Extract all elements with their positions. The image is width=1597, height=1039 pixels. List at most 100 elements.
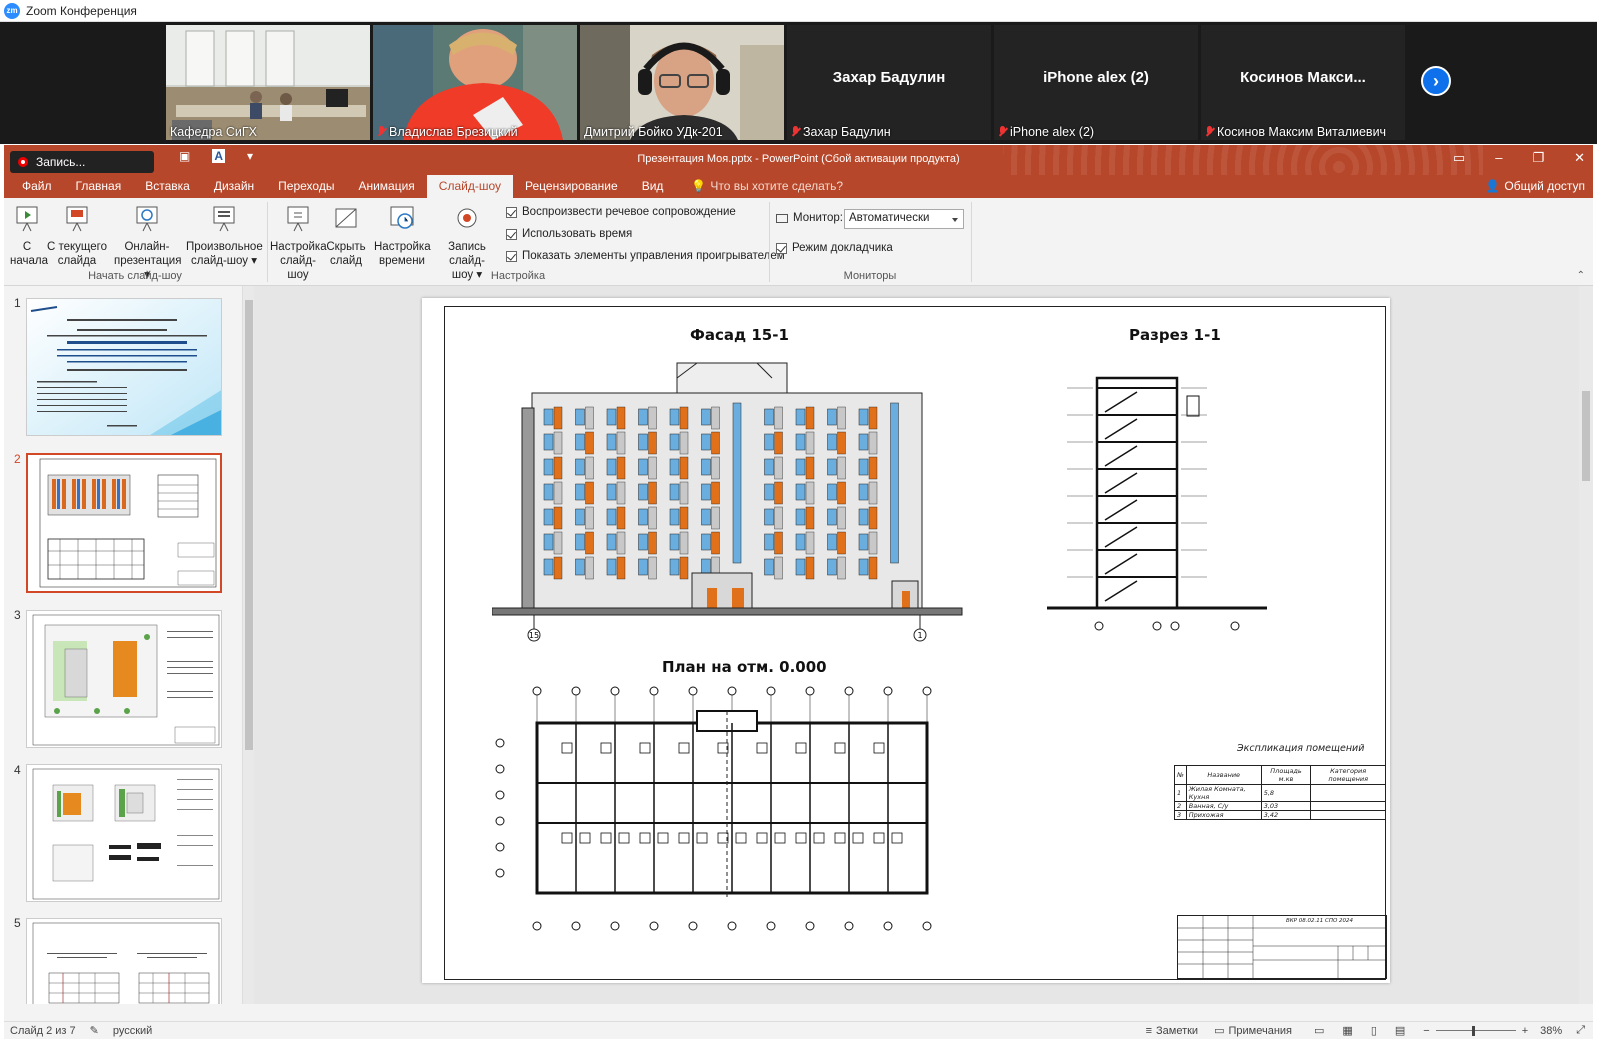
balcony-panel: [679, 506, 689, 530]
balcony-panel: [774, 431, 783, 455]
tab-transitions[interactable]: Переходы: [266, 175, 346, 198]
play-narrations-checkbox[interactable]: Воспроизвести речевое сопровождение: [506, 206, 736, 218]
tab-home[interactable]: Главная: [64, 175, 134, 198]
zoom-out-icon[interactable]: −: [1423, 1025, 1429, 1037]
axis-bubble: [766, 921, 776, 931]
participant-tile[interactable]: iPhone alex (2) iPhone alex (2): [994, 25, 1198, 140]
window: [827, 433, 837, 451]
zoom-level[interactable]: 38%: [1540, 1025, 1562, 1037]
slide-thumbnail-4[interactable]: [26, 764, 222, 902]
comments-button[interactable]: ▭ Примечания: [1214, 1024, 1292, 1038]
thumbnails-scrollbar[interactable]: [242, 286, 254, 1004]
wall-panel: [679, 531, 689, 555]
tab-design[interactable]: Дизайн: [202, 175, 266, 198]
collapse-ribbon-icon[interactable]: ⌃: [1577, 270, 1585, 281]
tab-slideshow[interactable]: Слайд-шоу: [426, 175, 514, 198]
reading-view-icon[interactable]: ▯: [1371, 1024, 1377, 1037]
slideshow-view-icon[interactable]: ▤: [1395, 1024, 1405, 1037]
participant-tile[interactable]: Захар Бадулин Захар Бадулин: [787, 25, 991, 140]
checkbox-checked: [506, 206, 517, 218]
participant-tile-active-speaker[interactable]: Дмитрий Бойко УДк-201: [580, 25, 784, 140]
axis-bubble: [649, 921, 659, 931]
tab-file[interactable]: Файл: [10, 175, 64, 198]
axis-bubble: [532, 686, 542, 696]
slide-editing-canvas[interactable]: Фасад 15-1 Разрез 1-1 План на отм. 0.000…: [254, 286, 1579, 1004]
current-slide[interactable]: Фасад 15-1 Разрез 1-1 План на отм. 0.000…: [422, 298, 1390, 983]
notes-icon: ≡: [1145, 1024, 1152, 1037]
stamp-code: ВКР 08.02.11 СПО 2024: [1286, 918, 1354, 924]
tab-review[interactable]: Рецензирование: [513, 175, 630, 198]
from-current-slide-button[interactable]: С текущего слайда: [46, 204, 108, 268]
window: [669, 458, 680, 476]
spellcheck-icon[interactable]: ✎: [90, 1024, 99, 1037]
window: [701, 483, 711, 501]
zoom-in-icon[interactable]: +: [1522, 1025, 1528, 1037]
wall-panel: [648, 456, 657, 480]
thumbnail-number: 2: [14, 452, 21, 466]
rehearse-timings-button[interactable]: Настройка времени: [374, 204, 431, 268]
tab-view[interactable]: Вид: [630, 175, 676, 198]
chevron-right-icon[interactable]: ›: [1421, 66, 1451, 96]
window: [858, 433, 869, 451]
zoom-window-titlebar: zm Zoom Конференция: [0, 0, 1597, 22]
recording-indicator[interactable]: Запись...: [10, 151, 154, 173]
slide-thumbnail-3[interactable]: [26, 610, 222, 748]
axis-bubble: [495, 790, 505, 800]
video-feed-classroom: [166, 25, 370, 140]
axis-bubble: [883, 686, 893, 696]
tab-insert[interactable]: Вставка: [133, 175, 202, 198]
monitor-select[interactable]: Автоматически: [844, 209, 964, 229]
window-controls: ▭ – ❐ ✕: [1453, 150, 1585, 166]
window: [795, 508, 806, 526]
ribbon-display-options-icon[interactable]: ▭: [1453, 150, 1465, 166]
balcony-panel: [616, 506, 626, 530]
participant-tile[interactable]: Владислав Брезицкий: [373, 25, 577, 140]
slide-thumbnail-2-selected[interactable]: [26, 453, 222, 593]
axis-bubble: [495, 842, 505, 852]
scrollbar-thumb[interactable]: [1582, 391, 1590, 481]
notes-button[interactable]: ≡ Заметки: [1146, 1025, 1199, 1037]
slide-sorter-icon[interactable]: ▦: [1342, 1024, 1352, 1037]
balcony-panel: [805, 506, 815, 530]
window: [795, 558, 806, 576]
wall-panel: [711, 506, 720, 530]
maximize-icon[interactable]: ❐: [1532, 150, 1544, 166]
slide-thumbnail-5[interactable]: [26, 918, 222, 1004]
fit-slide-icon[interactable]: ⤢: [1576, 1024, 1585, 1037]
window: [543, 483, 554, 501]
participant-tile[interactable]: Косинов Макси... Косинов Максим Виталиев…: [1201, 25, 1405, 140]
presenter-view-checkbox[interactable]: Режим докладчика: [776, 242, 893, 254]
window: [827, 408, 837, 426]
window: [764, 458, 774, 476]
window: [764, 483, 774, 501]
language-indicator[interactable]: русский: [113, 1025, 152, 1037]
normal-view-icon[interactable]: ▭: [1314, 1024, 1324, 1037]
wall-panel: [774, 556, 783, 580]
zoom-slider[interactable]: [1435, 1025, 1516, 1036]
section-title: Разрез 1-1: [1129, 326, 1221, 344]
scrollbar-thumb[interactable]: [245, 300, 253, 750]
window: [606, 533, 617, 551]
close-icon[interactable]: ✕: [1574, 150, 1585, 166]
balcony-panel: [774, 481, 783, 505]
rehearse-timings-icon: [390, 206, 414, 229]
use-timings-checkbox[interactable]: Использовать время: [506, 228, 632, 240]
slide-thumbnail-1[interactable]: [26, 298, 222, 436]
explication-cell: Ванная, С/у: [1185, 801, 1262, 811]
show-media-controls-checkbox[interactable]: Показать элементы управления проигрывате…: [506, 250, 785, 262]
from-beginning-button[interactable]: С начала: [10, 204, 48, 268]
window: [543, 558, 554, 576]
share-button[interactable]: 👤 Общий доступ: [1485, 179, 1585, 193]
hide-slide-button[interactable]: Скрыть слайд: [326, 204, 366, 268]
wall-panel: [553, 531, 563, 555]
minimize-icon[interactable]: –: [1495, 150, 1502, 166]
tab-animations[interactable]: Анимация: [346, 175, 426, 198]
participant-tile[interactable]: Кафедра СиГХ: [166, 25, 370, 140]
canvas-scrollbar[interactable]: [1579, 286, 1593, 1004]
tell-me-search[interactable]: 💡 Что вы хотите сделать?: [685, 175, 849, 198]
window: [701, 458, 711, 476]
custom-slideshow-icon: [213, 206, 235, 232]
explication-cell: 5,8: [1260, 784, 1312, 802]
custom-slideshow-button[interactable]: Произвольное слайд-шоу ▾: [186, 204, 263, 268]
window: [701, 533, 711, 551]
